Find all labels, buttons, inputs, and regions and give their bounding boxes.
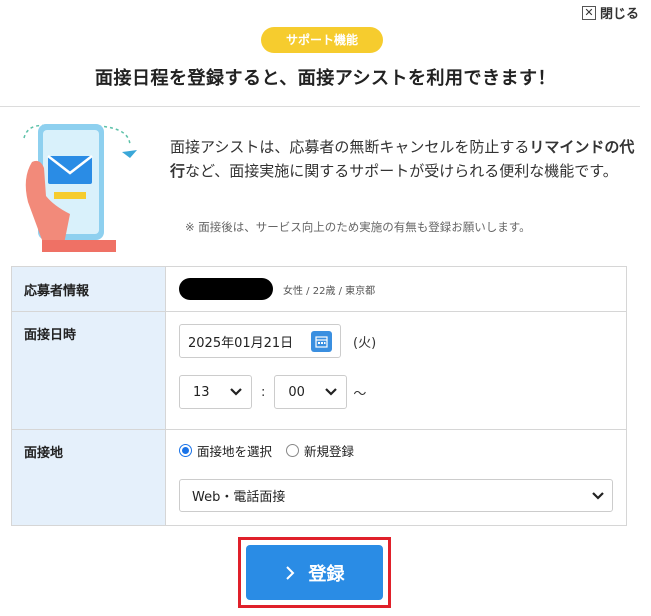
time-separator: : [261,384,266,400]
chevron-down-icon [592,491,604,500]
register-button[interactable]: 登録 [246,545,383,600]
support-feature-badge: サポート機能 [261,27,383,53]
applicant-value: 女性 / 22歳 / 東京都 [165,266,627,312]
radio-off-icon [286,444,300,457]
datetime-label: 面接日時 [11,311,166,430]
radio-new-register-label: 新規登録 [304,444,355,459]
interview-form-table: 応募者情報 女性 / 22歳 / 東京都 面接日時 2025年01月21日 (火… [11,266,627,526]
minute-value: 00 [288,384,305,400]
register-button-label: 登録 [308,563,345,585]
radio-select-place-label: 面接地を選択 [197,444,273,459]
place-label: 面接地 [11,429,166,526]
date-input[interactable]: 2025年01月21日 [179,324,341,358]
submit-highlight-frame: 登録 [238,537,391,608]
chevron-down-icon [230,388,242,396]
place-value: 面接地を選択 新規登録 Web・電話面接 [165,429,627,526]
headline: 面接日程を登録すると、面接アシストを利用できます！ [94,68,557,89]
radio-new-register[interactable]: 新規登録 [286,441,354,460]
date-value: 2025年01月21日 [188,335,294,351]
place-select[interactable]: Web・電話面接 [179,479,613,512]
chevron-right-icon [285,565,294,580]
intro-text-part2: など、面接実施に関するサポートが受けられる便利な機能です。 [185,162,618,180]
datetime-row: 面接日時 2025年01月21日 (火) 13 : 00 ～ [11,311,627,430]
applicant-row: 応募者情報 女性 / 22歳 / 東京都 [11,266,627,312]
close-icon: ✕ [581,5,596,20]
close-label: 閉じる [599,7,639,22]
place-row: 面接地 面接地を選択 新規登録 Web・電話面接 [11,429,627,526]
close-button[interactable]: ✕ 閉じる [581,3,639,22]
intro-text: 面接アシストは、応募者の無断キャンセルを防止するリマインドの代行など、面接実施に… [170,135,635,183]
datetime-value: 2025年01月21日 (火) 13 : 00 ～ [165,311,627,430]
intro-note: ※ 面接後は、サービス向上のため実施の有無も登録お願いします。 [185,220,531,234]
hour-value: 13 [193,384,210,400]
phone-illustration [18,118,158,258]
applicant-label: 応募者情報 [11,266,166,312]
divider [0,106,640,107]
hour-select[interactable]: 13 [179,375,252,409]
applicant-meta: 女性 / 22歳 / 東京都 [283,285,376,297]
minute-select[interactable]: 00 [274,375,348,409]
place-select-value: Web・電話面接 [192,490,286,505]
calendar-icon[interactable] [311,330,332,352]
chevron-down-icon [325,388,338,396]
radio-on-icon [179,444,192,457]
intro-text-part1: 面接アシストは、応募者の無断キャンセルを防止する [170,138,530,156]
radio-select-place[interactable]: 面接地を選択 [179,441,272,460]
time-range-tilde: ～ [353,386,367,402]
weekday: (火) [353,335,377,351]
redacted-name [179,278,273,300]
